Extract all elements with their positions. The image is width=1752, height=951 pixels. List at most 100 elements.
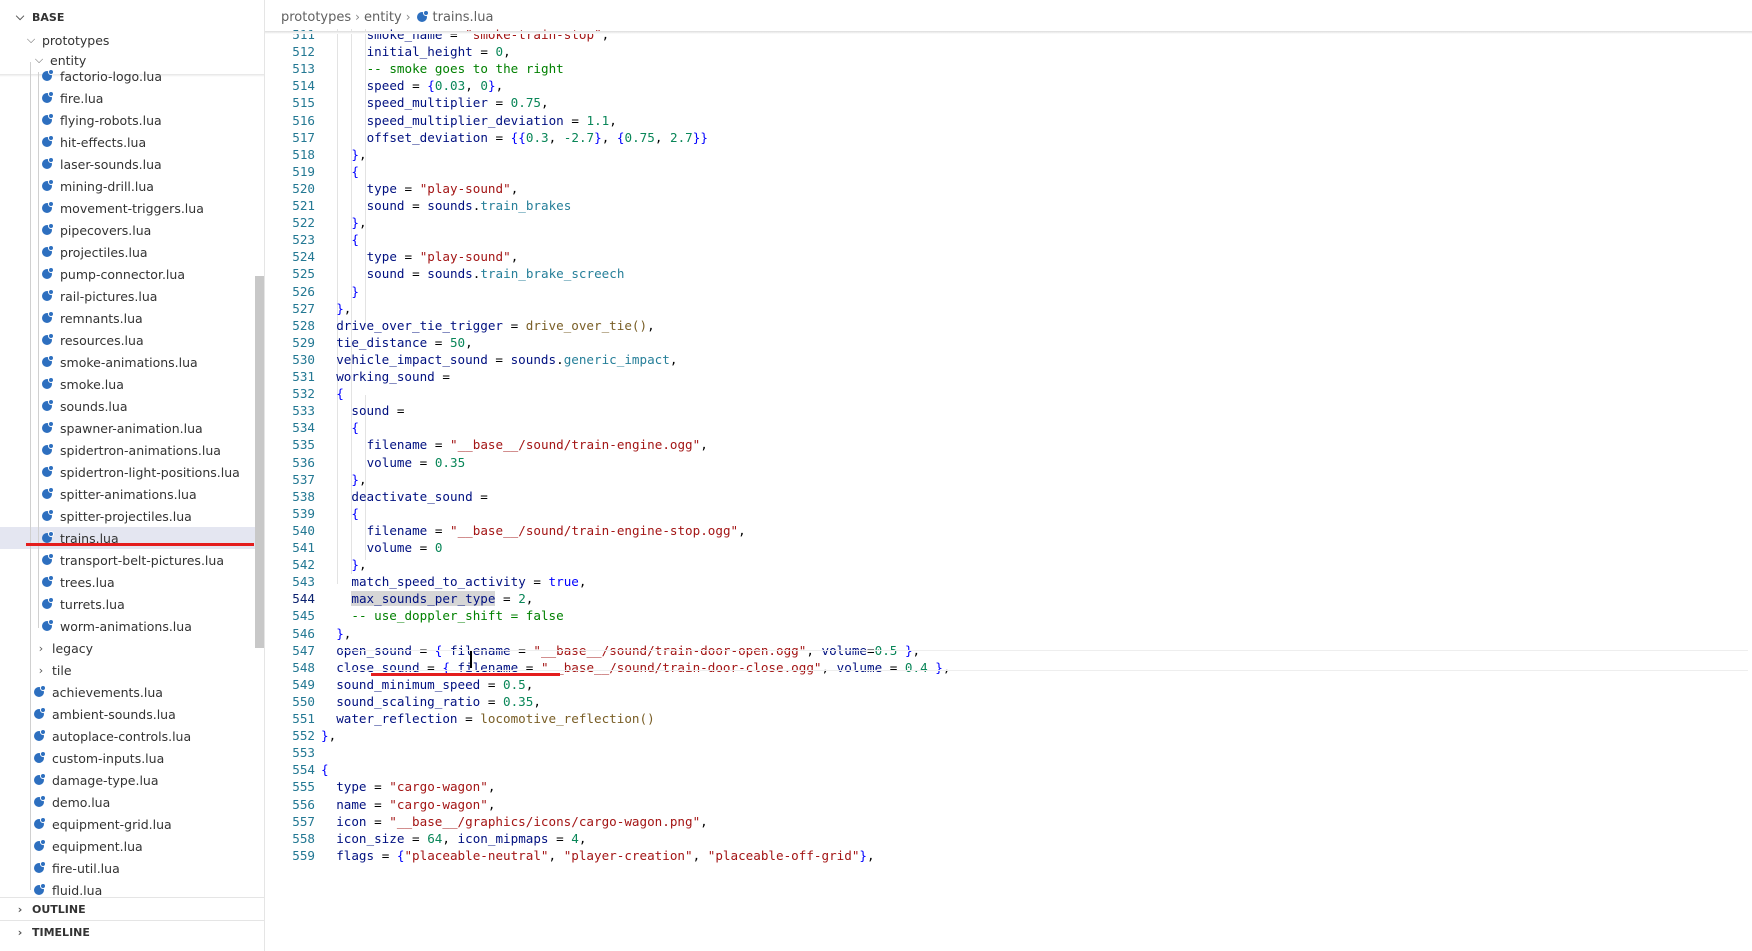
code-editor[interactable]: 511 smoke_name = "smoke-train-stop", 512 in… [265, 0, 1752, 951]
text-cursor [470, 651, 472, 668]
file-label: damage-type.lua [52, 772, 159, 788]
lua-file-icon [34, 817, 46, 829]
file-label: spitter-animations.lua [60, 486, 197, 502]
annotation-underline-max-sounds [371, 673, 560, 676]
file-spawner-animation[interactable]: spawner-animation.lua [0, 417, 264, 439]
folder-tile[interactable]: › tile [0, 659, 264, 681]
file-spidertron-animations[interactable]: spidertron-animations.lua [0, 439, 264, 461]
folder-prototypes-label: prototypes [42, 32, 110, 48]
file-label: fire-util.lua [52, 860, 120, 876]
file-label: spawner-animation.lua [60, 420, 203, 436]
section-outline-header[interactable]: › OUTLINE [0, 898, 264, 920]
file-factorio-logo[interactable]: factorio-logo.lua [0, 65, 264, 87]
lua-file-icon [42, 311, 54, 323]
annotation-underline-trains [26, 543, 254, 546]
file-mining-drill[interactable]: mining-drill.lua [0, 175, 264, 197]
file-smoke-animations[interactable]: smoke-animations.lua [0, 351, 264, 373]
lua-file-icon [42, 91, 54, 103]
file-equipment-grid[interactable]: equipment-grid.lua [0, 813, 264, 835]
breadcrumb-separator-icon: › [355, 10, 360, 24]
file-label: ambient-sounds.lua [52, 706, 176, 722]
file-achievements[interactable]: achievements.lua [0, 681, 264, 703]
lua-file-icon [42, 421, 54, 433]
breadcrumb-prototypes[interactable]: prototypes [281, 10, 351, 25]
file-trees[interactable]: trees.lua [0, 571, 264, 593]
lua-file-icon [42, 487, 54, 499]
file-label: fluid.lua [52, 882, 103, 898]
lua-file-icon [42, 465, 54, 477]
file-label: autoplace-controls.lua [52, 728, 192, 744]
lua-file-icon [42, 289, 54, 301]
lua-file-icon [42, 113, 54, 125]
file-spitter-projectiles[interactable]: spitter-projectiles.lua [0, 505, 264, 527]
folder-prototypes[interactable]: ⌵ prototypes [0, 29, 264, 51]
file-damage-type[interactable]: damage-type.lua [0, 769, 264, 791]
file-fire-util[interactable]: fire-util.lua [0, 857, 264, 879]
file-label: factorio-logo.lua [60, 68, 162, 84]
file-label: pump-connector.lua [60, 266, 185, 282]
file-fire[interactable]: fire.lua [0, 87, 264, 109]
file-rail-pictures[interactable]: rail-pictures.lua [0, 285, 264, 307]
file-smoke[interactable]: smoke.lua [0, 373, 264, 395]
file-remnants[interactable]: remnants.lua [0, 307, 264, 329]
file-movement-triggers[interactable]: movement-triggers.lua [0, 197, 264, 219]
lua-file-icon [42, 531, 54, 543]
lua-file-icon [42, 597, 54, 609]
file-resources[interactable]: resources.lua [0, 329, 264, 351]
lua-file-icon [42, 135, 54, 147]
file-hit-effects[interactable]: hit-effects.lua [0, 131, 264, 153]
file-pipecovers[interactable]: pipecovers.lua [0, 219, 264, 241]
file-label: rail-pictures.lua [60, 288, 158, 304]
file-label: sounds.lua [60, 398, 128, 414]
file-label: projectiles.lua [60, 244, 148, 260]
file-autoplace-controls[interactable]: autoplace-controls.lua [0, 725, 264, 747]
lua-file-icon [34, 729, 46, 741]
code-line-559[interactable]: 559 flags = {"placeable-neutral", "player… [265, 846, 1752, 865]
section-base-header[interactable]: ⌵ BASE [0, 6, 264, 28]
file-label: equipment.lua [52, 838, 143, 854]
file-label: trees.lua [60, 574, 115, 590]
file-label: custom-inputs.lua [52, 750, 165, 766]
file-label: smoke-animations.lua [60, 354, 198, 370]
file-label: demo.lua [52, 794, 111, 810]
file-projectiles[interactable]: projectiles.lua [0, 241, 264, 263]
file-worm-animations[interactable]: worm-animations.lua [0, 615, 264, 637]
file-flying-robots[interactable]: flying-robots.lua [0, 109, 264, 131]
folder-tile-label: tile [52, 662, 72, 678]
lua-file-icon [42, 399, 54, 411]
file-spitter-animations[interactable]: spitter-animations.lua [0, 483, 264, 505]
lua-file-icon [42, 443, 54, 455]
section-timeline-header[interactable]: › TIMELINE [0, 921, 264, 943]
file-ambient-sounds[interactable]: ambient-sounds.lua [0, 703, 264, 725]
file-equipment[interactable]: equipment.lua [0, 835, 264, 857]
lua-file-icon [42, 267, 54, 279]
lua-file-icon [42, 509, 54, 521]
file-pump-connector[interactable]: pump-connector.lua [0, 263, 264, 285]
lua-file-icon [34, 795, 46, 807]
sidebar-scrollbar[interactable] [255, 276, 264, 648]
breadcrumb-file[interactable]: trains.lua [433, 10, 494, 25]
section-outline-label: OUTLINE [32, 902, 86, 916]
breadcrumb-entity[interactable]: entity [364, 10, 402, 25]
file-sounds[interactable]: sounds.lua [0, 395, 264, 417]
lua-file-icon [42, 201, 54, 213]
lua-file-icon [42, 245, 54, 257]
lua-file-icon [42, 333, 54, 345]
explorer-sidebar: ⌵ BASE ⌵ prototypes ⌵ entity factorio-lo… [0, 0, 265, 951]
file-spidertron-light-positions[interactable]: spidertron-light-positions.lua [0, 461, 264, 483]
lua-file-icon [34, 751, 46, 763]
code-text: flags = {"placeable-neutral", "player-cr… [336, 847, 875, 863]
file-transport-belt-pictures[interactable]: transport-belt-pictures.lua [0, 549, 264, 571]
folder-legacy[interactable]: › legacy [0, 637, 264, 659]
chevron-right-icon: › [38, 641, 44, 655]
file-label: mining-drill.lua [60, 178, 154, 194]
file-demo[interactable]: demo.lua [0, 791, 264, 813]
lua-file-icon [34, 773, 46, 785]
file-label: flying-robots.lua [60, 112, 162, 128]
file-turrets[interactable]: turrets.lua [0, 593, 264, 615]
file-custom-inputs[interactable]: custom-inputs.lua [0, 747, 264, 769]
file-laser-sounds[interactable]: laser-sounds.lua [0, 153, 264, 175]
breadcrumb: prototypes › entity › trains.lua [265, 0, 1752, 34]
chevron-right-icon: › [38, 663, 44, 677]
chevron-right-icon: › [17, 902, 23, 916]
